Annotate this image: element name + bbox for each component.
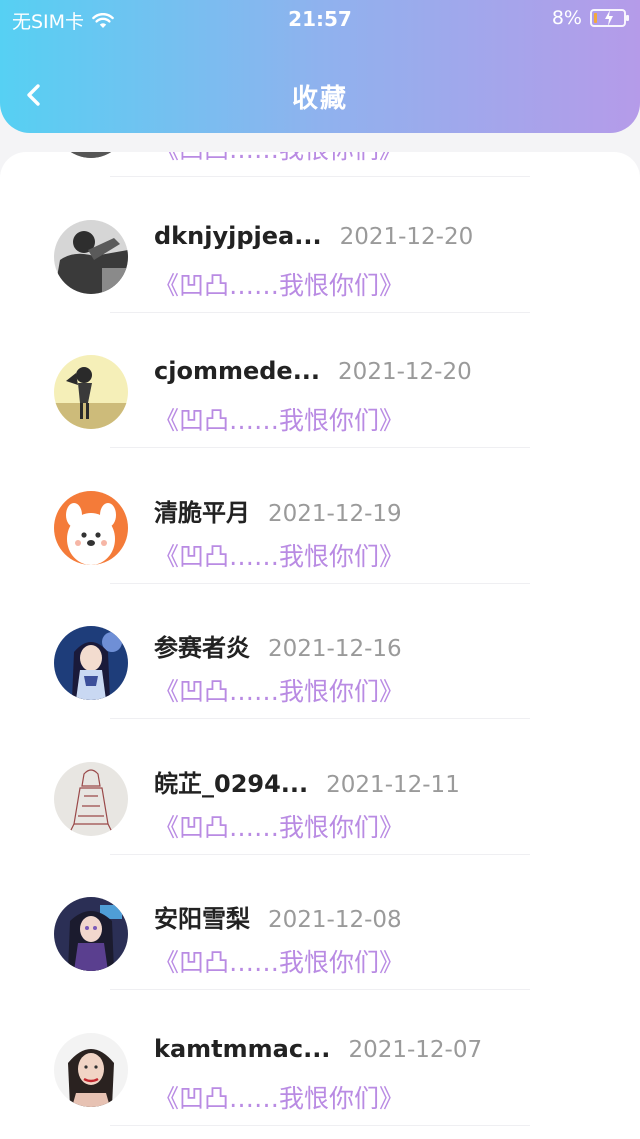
avatar-girl-sky-image [54, 355, 128, 429]
page-title: 收藏 [291, 84, 348, 114]
favorite-title[interactable]: 《凹凸……我恨你们》 [154, 266, 404, 302]
list-item[interactable]: kamtmmac... 2021-12-07 《凹凸……我恨你们》 [0, 991, 640, 1127]
avatar-woman-portrait[interactable] [54, 1032, 128, 1107]
favorite-title[interactable]: 《凹凸……我恨你们》 [154, 537, 404, 573]
favorite-title[interactable]: 《凹凸……我恨你们》 [154, 943, 404, 979]
avatar-anime-girl-dark-image [54, 897, 128, 971]
battery-percent: 8% [551, 7, 582, 29]
user-name[interactable]: dknjyjpjea... [154, 222, 322, 250]
nav-bar: 收藏 [0, 60, 640, 132]
favorite-title[interactable]: 《凹凸……我恨你们》 [154, 152, 404, 166]
avatar-sketch[interactable] [54, 761, 128, 836]
list-item[interactable]: 清脆平月 2021-12-19 《凹凸……我恨你们》 [0, 449, 640, 585]
user-name[interactable]: cjommede... [154, 357, 320, 385]
favorites-card: 《凹凸……我恨你们》 dknjyjpjea... 2021-12-20 《凹凸…… [0, 152, 640, 1139]
status-right: 8% [551, 7, 629, 29]
list-item[interactable]: 安阳雪梨 2021-12-08 《凹凸……我恨你们》 [0, 855, 640, 991]
charging-bolt-icon [605, 10, 613, 26]
divider [110, 1124, 530, 1126]
list-item[interactable]: 皖芷_0294... 2021-12-11 《凹凸……我恨你们》 [0, 720, 640, 856]
avatar-bw-portrait-image [54, 219, 128, 294]
status-time: 21:57 [288, 7, 352, 31]
favorite-title[interactable]: 《凹凸……我恨你们》 [154, 401, 404, 437]
avatar-girl-sky[interactable] [54, 355, 128, 429]
item-header: cjommede... 2021-12-20 [154, 357, 472, 385]
avatar-bw-portrait[interactable] [54, 219, 128, 294]
post-date: 2021-12-07 [348, 1036, 483, 1063]
post-date: 2021-12-16 [268, 636, 402, 662]
item-header: dknjyjpjea... 2021-12-20 [154, 222, 473, 250]
avatar-partial[interactable] [54, 152, 128, 158]
header: 无SIM卡 21:57 8% 收藏 [0, 0, 640, 133]
avatar-sketch-image [54, 761, 128, 836]
avatar-cartoon-dog[interactable] [54, 490, 128, 565]
user-name[interactable]: 参赛者炎 [154, 628, 250, 663]
avatar-anime-girl-dark[interactable] [54, 897, 128, 971]
user-name[interactable]: kamtmmac... [154, 1035, 330, 1063]
post-date: 2021-12-19 [268, 500, 402, 527]
battery-level [594, 13, 597, 23]
user-name[interactable]: 清脆平月 [154, 493, 250, 528]
list-item[interactable]: 《凹凸……我恨你们》 [0, 152, 640, 178]
status-bar: 无SIM卡 21:57 8% [0, 0, 640, 38]
avatar-anime-girl-blue-image [54, 626, 128, 700]
user-name[interactable]: 安阳雪梨 [154, 899, 250, 934]
item-header: 清脆平月 2021-12-19 [154, 493, 402, 528]
post-date: 2021-12-08 [268, 907, 402, 933]
item-header: 参赛者炎 2021-12-16 [154, 628, 402, 663]
user-name[interactable]: 皖芷_0294... [154, 764, 308, 799]
battery-icon [590, 9, 629, 27]
post-date: 2021-12-11 [326, 771, 460, 798]
favorites-list: 《凹凸……我恨你们》 dknjyjpjea... 2021-12-20 《凹凸…… [0, 152, 640, 1126]
avatar-woman-portrait-image [54, 1032, 128, 1107]
favorite-title[interactable]: 《凹凸……我恨你们》 [154, 1079, 404, 1115]
list-item[interactable]: 参赛者炎 2021-12-16 《凹凸……我恨你们》 [0, 584, 640, 720]
item-header: kamtmmac... 2021-12-07 [154, 1035, 482, 1063]
favorite-title[interactable]: 《凹凸……我恨你们》 [154, 808, 404, 844]
item-header: 安阳雪梨 2021-12-08 [154, 899, 402, 934]
list-item[interactable]: dknjyjpjea... 2021-12-20 《凹凸……我恨你们》 [0, 178, 640, 314]
list-item[interactable]: cjommede... 2021-12-20 《凹凸……我恨你们》 [0, 313, 640, 449]
favorite-title[interactable]: 《凹凸……我恨你们》 [154, 672, 404, 708]
item-header: 皖芷_0294... 2021-12-11 [154, 764, 460, 799]
post-date: 2021-12-20 [339, 223, 474, 250]
avatar-partial-image [54, 152, 128, 158]
post-date: 2021-12-20 [338, 359, 472, 385]
avatar-cartoon-dog-image [54, 490, 128, 565]
avatar-anime-girl-blue[interactable] [54, 626, 128, 700]
